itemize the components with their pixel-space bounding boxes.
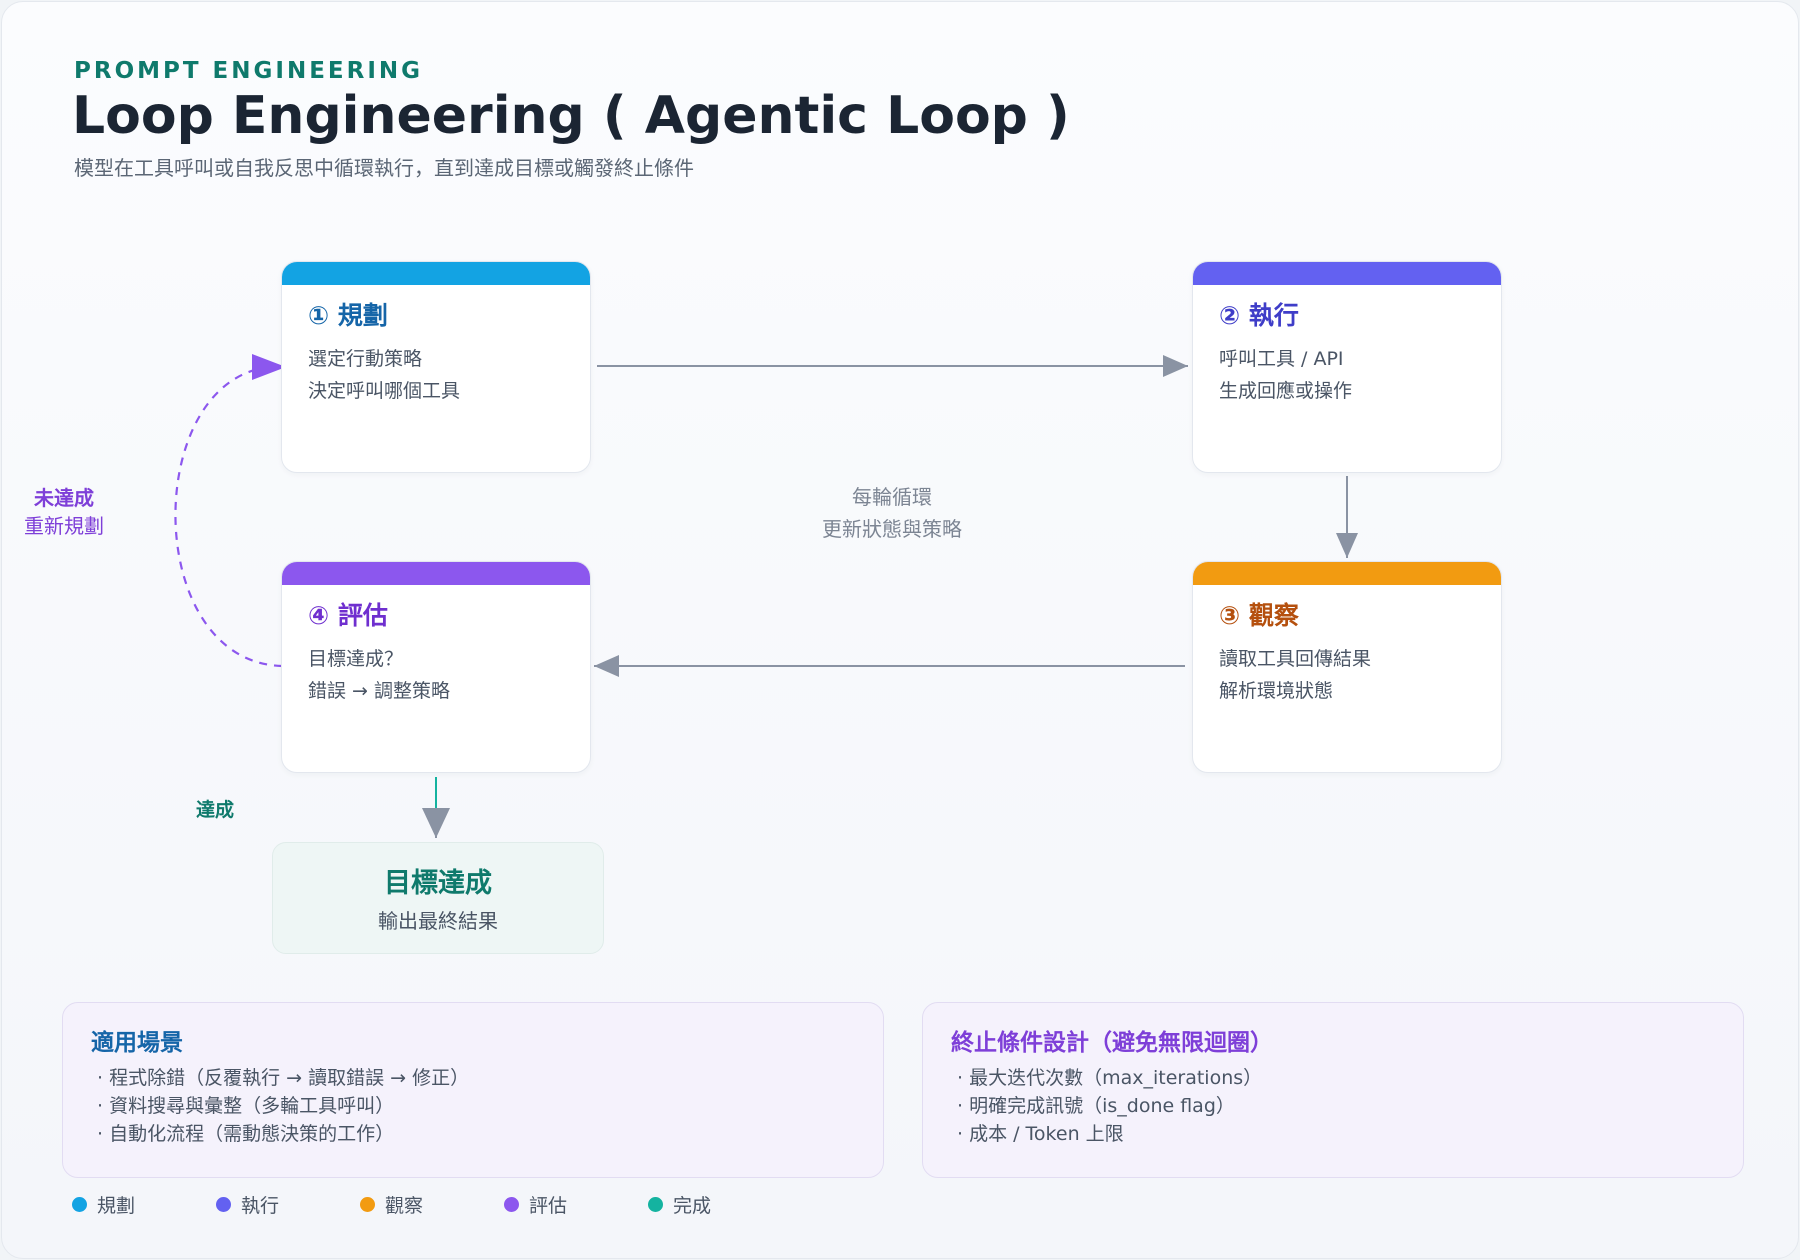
legend-dot-evaluate	[504, 1196, 519, 1212]
step-card-evaluate: ④ 評估 目標達成？ 錯誤 → 調整策略	[281, 561, 591, 773]
step-card-evaluate-line-1: 目標達成？	[308, 648, 404, 670]
legend-dot-observe	[360, 1196, 375, 1212]
use-case-item: · 自動化流程（需動態決策的工作）	[97, 1123, 395, 1145]
arrow-observe-to-evaluate-head	[594, 655, 619, 677]
step-card-plan: ① 規劃 選定行動策略 決定呼叫哪個工具	[281, 261, 591, 473]
legend-label-done: 完成	[673, 1194, 712, 1217]
legend-item-done: 完成	[648, 1191, 711, 1217]
legend-dot-plan	[72, 1196, 87, 1212]
legend-label-evaluate: 評估	[529, 1194, 568, 1217]
legend-dot-execute	[216, 1196, 231, 1212]
step-card-plan-title: ① 規劃	[308, 301, 388, 330]
goal-subtitle: 輸出最終結果	[378, 909, 498, 933]
use-case-item: · 程式除錯（反覆執行 → 讀取錯誤 → 修正）	[97, 1067, 470, 1089]
arrow-evaluate-to-goal-head	[422, 808, 450, 838]
legend-label-plan: 規劃	[97, 1194, 136, 1217]
step-card-evaluate-title: ④ 評估	[308, 601, 388, 630]
legend-label-observe: 觀察	[385, 1194, 424, 1217]
retry-loop-path	[174, 365, 283, 668]
step-card-execute-line-1: 呼叫工具 / API	[1219, 348, 1344, 370]
center-note-line-2: 更新狀態與策略	[822, 517, 962, 541]
step-card-execute-title: ② 執行	[1219, 301, 1299, 330]
step-card-evaluate-line-2: 錯誤 → 調整策略	[308, 680, 450, 702]
step-card-execute-line-2: 生成回應或操作	[1219, 380, 1353, 402]
goal-title: 目標達成	[384, 868, 492, 899]
use-case-item: · 資料搜尋與彙整（多輪工具呼叫）	[97, 1095, 395, 1117]
step-card-observe-bar	[1193, 562, 1501, 585]
termination-item: · 最大迭代次數（max_iterations）	[957, 1067, 1263, 1089]
center-note-line-1: 每輪循環	[852, 485, 932, 509]
termination-title: 終止條件設計（避免無限迴圈）	[951, 1030, 1273, 1056]
legend-item-execute: 執行	[216, 1191, 279, 1217]
diagram-canvas: PROMPT ENGINEERING Loop Engineering ( Ag…	[1, 1, 1799, 1259]
step-card-observe: ③ 觀察 讀取工具回傳結果 解析環境狀態	[1192, 561, 1502, 773]
step-card-evaluate-bar	[282, 562, 590, 585]
step-card-observe-line-2: 解析環境狀態	[1219, 680, 1334, 702]
termination-item: · 成本 / Token 上限	[957, 1123, 1124, 1145]
legend-label-execute: 執行	[241, 1194, 280, 1217]
legend-dot-done	[648, 1196, 663, 1212]
retry-label-title: 未達成	[34, 486, 94, 510]
arrow-plan-to-execute-head	[1163, 355, 1188, 377]
step-card-observe-title: ③ 觀察	[1219, 601, 1299, 630]
step-card-observe-line-1: 讀取工具回傳結果	[1219, 648, 1372, 670]
step-card-plan-line-2: 決定呼叫哪個工具	[308, 380, 461, 402]
legend-item-evaluate: 評估	[504, 1191, 567, 1217]
step-card-plan-bar	[282, 262, 590, 285]
arrow-execute-to-observe-head	[1336, 533, 1358, 558]
legend-item-observe: 觀察	[360, 1191, 423, 1217]
retry-label-subtitle: 重新規劃	[24, 514, 104, 538]
use-cases-panel: 適用場景 · 程式除錯（反覆執行 → 讀取錯誤 → 修正） · 資料搜尋與彙整（…	[62, 1002, 884, 1178]
use-cases-title: 適用場景	[91, 1030, 183, 1056]
termination-item: · 明確完成訊號（is_done flag）	[957, 1095, 1235, 1117]
legend-item-plan: 規劃	[72, 1191, 135, 1217]
step-card-execute: ② 執行 呼叫工具 / API 生成回應或操作	[1192, 261, 1502, 473]
done-label: 達成	[196, 799, 235, 821]
termination-panel: 終止條件設計（避免無限迴圈） · 最大迭代次數（max_iterations） …	[922, 1002, 1744, 1178]
step-card-plan-line-1: 選定行動策略	[308, 348, 423, 370]
step-card-execute-bar	[1193, 262, 1501, 285]
goal-box: 目標達成 輸出最終結果	[272, 842, 604, 954]
